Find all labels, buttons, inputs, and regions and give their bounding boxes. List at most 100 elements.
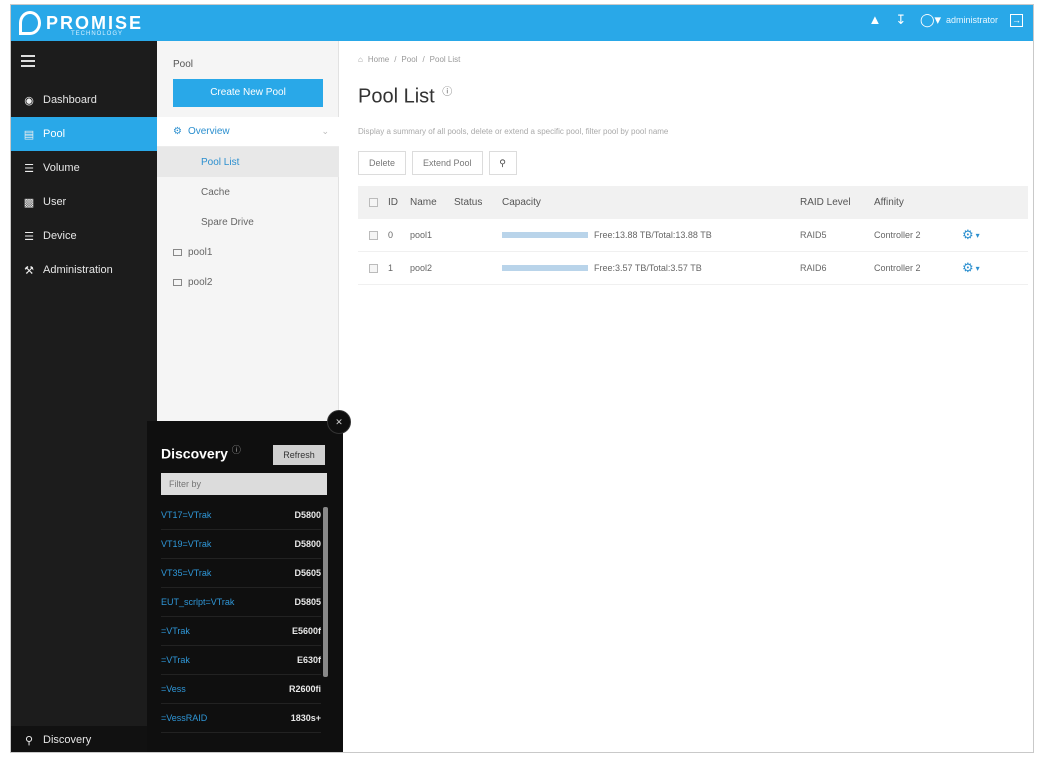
promise-logo-icon: [19, 11, 41, 35]
device-link[interactable]: EUT_scrlpt=VTrak: [161, 597, 234, 607]
page-title-text: Pool List: [358, 85, 435, 108]
breadcrumb-pool-list: Pool List: [429, 55, 461, 64]
discovery-scrollbar[interactable]: [323, 507, 328, 677]
delete-button[interactable]: Delete: [358, 151, 407, 175]
device-link[interactable]: =VTrak: [161, 655, 190, 665]
tree-item-pool2[interactable]: pool2: [157, 267, 339, 297]
row-actions-menu[interactable]: ⚙ ▾: [962, 260, 1002, 276]
list-item[interactable]: VT19=VTrak D5800: [161, 530, 321, 559]
tree-item-pool-list[interactable]: Pool List: [157, 147, 339, 177]
main-content: ⌂ Home / Pool / Pool List Pool List ⓘ Di…: [340, 41, 1033, 752]
col-header-status[interactable]: Status: [454, 197, 502, 208]
device-model: D5805: [294, 597, 321, 607]
col-header-capacity[interactable]: Capacity: [502, 197, 800, 208]
sidebar-item-label: Dashboard: [43, 94, 97, 106]
device-icon: ☰: [24, 230, 34, 243]
refresh-button[interactable]: Refresh: [273, 445, 325, 465]
device-link[interactable]: VT17=VTrak: [161, 510, 211, 520]
discovery-title: Discovery ⓘ: [161, 443, 241, 462]
sidebar-item-administration[interactable]: ⚒ Administration: [11, 253, 157, 287]
sidebar-item-label: Pool: [43, 128, 66, 140]
col-header-affinity[interactable]: Affinity: [874, 197, 962, 208]
checkbox[interactable]: [368, 197, 378, 207]
capacity-text: Free:13.88 TB/Total:13.88 TB: [594, 230, 712, 240]
capacity-text: Free:3.57 TB/Total:3.57 TB: [594, 263, 702, 273]
table-row[interactable]: 1 pool2 Free:3.57 TB/Total:3.57 TB RAID6…: [358, 252, 1028, 285]
close-icon[interactable]: ✕: [327, 410, 351, 434]
sidebar-item-pool[interactable]: ▤ Pool: [11, 117, 157, 151]
home-icon: ⌂: [358, 55, 363, 64]
sidebar-discovery-label: Discovery: [43, 734, 92, 746]
cell-raid-level: RAID6: [800, 263, 827, 273]
logout-icon[interactable]: →: [1010, 13, 1023, 27]
cell-name: pool1: [410, 230, 433, 240]
app-window: PROMISE TECHNOLOGY ▲ ↧ ◯▾ administrator …: [10, 4, 1034, 753]
select-all-checkbox[interactable]: [358, 197, 388, 208]
pool-tree: ⚙ Overview ⌄ Pool List Cache Spare Drive…: [157, 117, 339, 297]
sidebar-item-volume[interactable]: ☰ Volume: [11, 151, 157, 185]
sidebar-item-device[interactable]: ☰ Device: [11, 219, 157, 253]
user-menu[interactable]: administrator: [946, 15, 998, 25]
checkbox[interactable]: [368, 231, 378, 241]
brand-logo[interactable]: PROMISE TECHNOLOGY: [11, 5, 157, 41]
tree-item-cache[interactable]: Cache: [157, 177, 339, 207]
row-actions-menu[interactable]: ⚙ ▾: [962, 227, 1002, 243]
caret-down-icon[interactable]: ▾: [976, 264, 980, 273]
sidebar-item-dashboard[interactable]: ◉ Dashboard: [11, 83, 157, 117]
sidebar-item-label: Device: [43, 230, 77, 242]
menu-toggle-icon[interactable]: [21, 55, 35, 67]
device-model: 1830s+: [290, 713, 321, 723]
device-link[interactable]: =Vess: [161, 684, 186, 694]
extend-pool-button[interactable]: Extend Pool: [412, 151, 483, 175]
sidebar-item-user[interactable]: ▩ User: [11, 185, 157, 219]
col-header-id[interactable]: ID: [388, 197, 410, 208]
device-model: D5800: [294, 539, 321, 549]
gear-icon[interactable]: ⚙: [962, 260, 974, 276]
caret-down-icon[interactable]: ▾: [976, 231, 980, 240]
discovery-list: VT17=VTrak D5800 VT19=VTrak D5800 VT35=V…: [161, 501, 321, 733]
help-icon[interactable]: ⓘ: [232, 445, 241, 455]
row-checkbox-cell[interactable]: [358, 263, 388, 274]
device-link[interactable]: =VTrak: [161, 626, 190, 636]
help-chat-icon[interactable]: ◯▾: [920, 13, 941, 27]
tree-item-overview[interactable]: ⚙ Overview ⌄: [157, 117, 339, 147]
device-link[interactable]: VT35=VTrak: [161, 568, 211, 578]
sidebar-discovery-button[interactable]: ⚲ Discovery: [11, 726, 157, 752]
table-header: ID Name Status Capacity RAID Level Affin…: [358, 186, 1028, 219]
volume-icon: ☰: [24, 162, 34, 175]
breadcrumb-home[interactable]: Home: [368, 55, 389, 64]
discovery-filter-input[interactable]: [161, 473, 327, 495]
device-model: R2600fi: [288, 684, 321, 694]
checkbox[interactable]: [368, 264, 378, 274]
create-new-pool-button[interactable]: Create New Pool: [173, 79, 323, 107]
device-link[interactable]: =VessRAID: [161, 713, 207, 723]
tree-item-label: Overview: [187, 126, 230, 137]
help-icon[interactable]: ⓘ: [442, 87, 452, 98]
table-row[interactable]: 0 pool1 Free:13.88 TB/Total:13.88 TB RAI…: [358, 219, 1028, 252]
list-item[interactable]: VT35=VTrak D5605: [161, 559, 321, 588]
cell-raid-level: RAID5: [800, 230, 827, 240]
disk-icon: [173, 248, 182, 256]
list-item[interactable]: =VessRAID 1830s+: [161, 704, 321, 733]
col-header-name[interactable]: Name: [410, 197, 454, 208]
list-item[interactable]: VT17=VTrak D5800: [161, 501, 321, 530]
discovery-panel: Discovery ⓘ Refresh VT17=VTrak D5800 VT1…: [147, 421, 343, 752]
cell-capacity: Free:13.88 TB/Total:13.88 TB: [502, 230, 800, 240]
list-item[interactable]: =Vess R2600fi: [161, 675, 321, 704]
list-item[interactable]: =VTrak E630f: [161, 646, 321, 675]
tree-item-spare-drive[interactable]: Spare Drive: [157, 207, 339, 237]
device-link[interactable]: VT19=VTrak: [161, 539, 211, 549]
sidebar-nav: ◉ Dashboard ▤ Pool ☰ Volume ▩ User ☰ Dev…: [11, 83, 157, 287]
breadcrumb-pool[interactable]: Pool: [401, 55, 417, 64]
list-item[interactable]: EUT_scrlpt=VTrak D5805: [161, 588, 321, 617]
tree-item-label: pool2: [188, 276, 213, 288]
col-header-raid-level[interactable]: RAID Level: [800, 197, 874, 208]
tree-item-pool1[interactable]: pool1: [157, 237, 339, 267]
gear-icon[interactable]: ⚙: [962, 227, 974, 243]
alert-shirt-icon[interactable]: ▲: [868, 13, 882, 27]
sidebar-item-label: Administration: [43, 264, 113, 276]
download-icon[interactable]: ↧: [894, 13, 908, 27]
list-item[interactable]: =VTrak E5600f: [161, 617, 321, 646]
search-button[interactable]: ⚲: [488, 151, 517, 175]
row-checkbox-cell[interactable]: [358, 230, 388, 241]
